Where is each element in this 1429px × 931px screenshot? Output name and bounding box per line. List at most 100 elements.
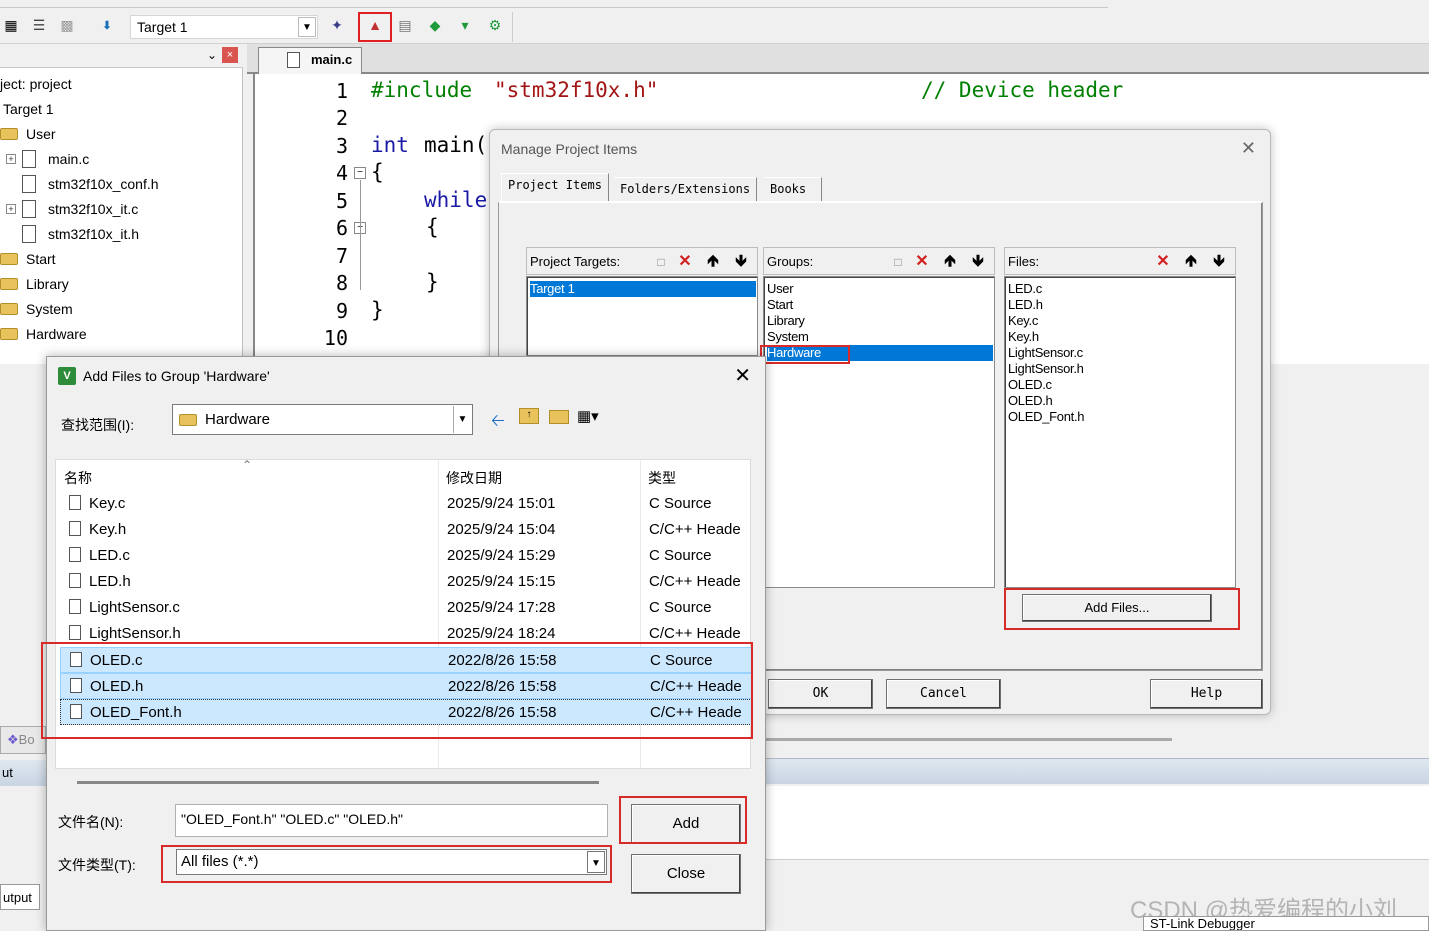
view-menu-icon[interactable]: ▦▾ (577, 407, 599, 425)
list-item-file[interactable]: LightSensor.h (1008, 361, 1084, 377)
list-item-file[interactable]: LED.h (1008, 297, 1043, 313)
multi-project-icon[interactable]: ▤ (394, 14, 416, 36)
add-button-highlight (619, 796, 747, 844)
files-header: Files: ✕ 🡹 🡻 (1004, 247, 1236, 275)
close-icon[interactable]: ✕ (1241, 138, 1256, 159)
look-in-select[interactable]: Hardware ▼ (172, 404, 473, 435)
up-folder-icon[interactable]: ↑ (519, 408, 539, 424)
arrow-down-icon[interactable]: 🡻 (968, 252, 988, 272)
chevron-down-icon[interactable]: ▼ (298, 17, 316, 37)
arrow-up-icon[interactable]: 🡹 (940, 252, 960, 272)
filename-input[interactable]: "OLED_Font.h" "OLED.c" "OLED.h" (175, 804, 608, 837)
delete-icon[interactable]: ✕ (1153, 252, 1173, 272)
scrollbar-line (766, 738, 1172, 741)
file-icon (22, 174, 36, 193)
chevron-down-icon[interactable]: ▼ (453, 406, 471, 433)
table-row[interactable]: Key.h 2025/9/24 15:04 C/C++ Heade (60, 517, 752, 543)
back-icon[interactable]: 🡠 (491, 408, 505, 437)
download-icon[interactable]: ⬇ (96, 14, 118, 36)
tree-group-hardware[interactable]: Hardware (0, 321, 87, 346)
list-item-file[interactable]: LightSensor.c (1008, 345, 1083, 361)
arrow-up-icon[interactable]: 🡹 (1181, 252, 1201, 272)
tree-target[interactable]: Target 1 (3, 96, 54, 121)
tab-folders-extensions[interactable]: Folders/Extensions (614, 177, 758, 201)
list-item-file[interactable]: OLED.c (1008, 377, 1052, 393)
target-options-icon[interactable]: ✦ (326, 14, 348, 36)
list-item-file[interactable]: Key.c (1008, 313, 1038, 329)
tree-file-it-h[interactable]: stm32f10x_it.h (22, 221, 139, 246)
pin-icon[interactable]: ⌄ (207, 48, 217, 62)
output-window (766, 786, 1429, 860)
files-list[interactable]: LED.c LED.h Key.c Key.h LightSensor.c Li… (1004, 276, 1236, 588)
delete-icon[interactable]: ✕ (912, 252, 932, 272)
close-button[interactable]: Close (631, 854, 741, 894)
new-icon[interactable]: □ (888, 252, 908, 272)
line-number: 7 (335, 244, 348, 268)
arrow-down-icon[interactable]: 🡻 (1209, 252, 1229, 272)
batch-build-icon[interactable]: ▩ (56, 14, 78, 36)
table-row[interactable]: Key.c 2025/9/24 15:01 C Source (60, 491, 752, 517)
tree-group-start[interactable]: Start (0, 246, 56, 271)
ok-button[interactable]: OK (768, 679, 873, 709)
add-files-dialog: V Add Files to Group 'Hardware' ✕ 查找范围(I… (41, 356, 766, 931)
tab-project-items[interactable]: Project Items (501, 173, 609, 201)
help-button[interactable]: Help (1150, 679, 1263, 709)
targets-list[interactable]: Target 1 (526, 276, 758, 356)
delete-icon[interactable]: ✕ (675, 252, 695, 272)
column-header-type[interactable]: 类型 (648, 468, 676, 488)
fold-toggle-icon[interactable]: − (354, 167, 366, 179)
column-header-name[interactable]: 名称 (64, 468, 92, 488)
close-icon[interactable]: ✕ (734, 363, 751, 388)
expand-icon[interactable]: + (6, 203, 16, 214)
select-packs-icon[interactable]: ▾ (454, 14, 476, 36)
books-tab[interactable]: ❖Bo (0, 726, 46, 754)
list-item-group[interactable]: System (767, 329, 809, 345)
pack-installer-icon[interactable]: ◆ (424, 14, 446, 36)
software-components-icon[interactable]: ⚙ (484, 14, 506, 36)
cancel-button[interactable]: Cancel (886, 679, 1001, 709)
list-item-file[interactable]: OLED_Font.h (1008, 409, 1084, 425)
file-icon (22, 149, 36, 168)
table-row[interactable]: LED.h 2025/9/24 15:15 C/C++ Heade (60, 569, 752, 595)
target-select[interactable]: Target 1 (130, 15, 318, 39)
tree-file-conf[interactable]: stm32f10x_conf.h (22, 171, 159, 196)
list-item-file[interactable]: LED.c (1008, 281, 1042, 297)
new-icon[interactable]: □ (651, 252, 671, 272)
line-number: 8 (335, 271, 348, 295)
project-root[interactable]: ject: project (0, 71, 72, 96)
grid-icon[interactable]: ▦ (0, 14, 22, 36)
app-logo-icon: V (58, 367, 76, 385)
toolbar-top-border (0, 0, 1108, 8)
output-tab[interactable]: utput (0, 884, 40, 910)
close-icon[interactable]: × (222, 47, 238, 63)
tree-group-system[interactable]: System (0, 296, 73, 321)
list-item-group[interactable]: Start (767, 297, 793, 313)
table-row[interactable]: LightSensor.c 2025/9/24 17:28 C Source (60, 595, 752, 621)
new-folder-icon[interactable] (549, 410, 569, 424)
list-item-target[interactable]: Target 1 (530, 281, 756, 297)
list-item-file[interactable]: Key.h (1008, 329, 1039, 345)
editor-tab-main[interactable]: main.c (258, 47, 362, 74)
group-highlight (760, 345, 850, 364)
horizontal-scrollbar[interactable] (77, 781, 599, 784)
folder-icon (0, 277, 18, 290)
tree-group-user[interactable]: User (0, 121, 56, 146)
list-item-group[interactable]: Library (767, 313, 805, 329)
list-item-group[interactable]: User (767, 281, 794, 297)
tree-file-it-c[interactable]: + stm32f10x_it.c (6, 196, 138, 221)
tree-file-main[interactable]: + main.c (6, 146, 89, 171)
folder-icon (0, 302, 18, 315)
expand-icon[interactable]: + (6, 153, 16, 164)
groups-list[interactable]: User Start Library System Hardware (763, 276, 995, 588)
arrow-up-icon[interactable]: 🡹 (703, 252, 723, 272)
code-brace: { (426, 215, 439, 239)
line-number: 2 (335, 106, 348, 130)
arrow-down-icon[interactable]: 🡻 (731, 252, 751, 272)
tab-books[interactable]: Books (764, 177, 822, 201)
list-item-file[interactable]: OLED.h (1008, 393, 1053, 409)
layers-icon[interactable]: ☰ (28, 14, 50, 36)
column-header-date[interactable]: 修改日期 (446, 468, 502, 488)
table-row[interactable]: LED.c 2025/9/24 15:29 C Source (60, 543, 752, 569)
line-number: 10 (323, 326, 348, 350)
tree-group-library[interactable]: Library (0, 271, 69, 296)
